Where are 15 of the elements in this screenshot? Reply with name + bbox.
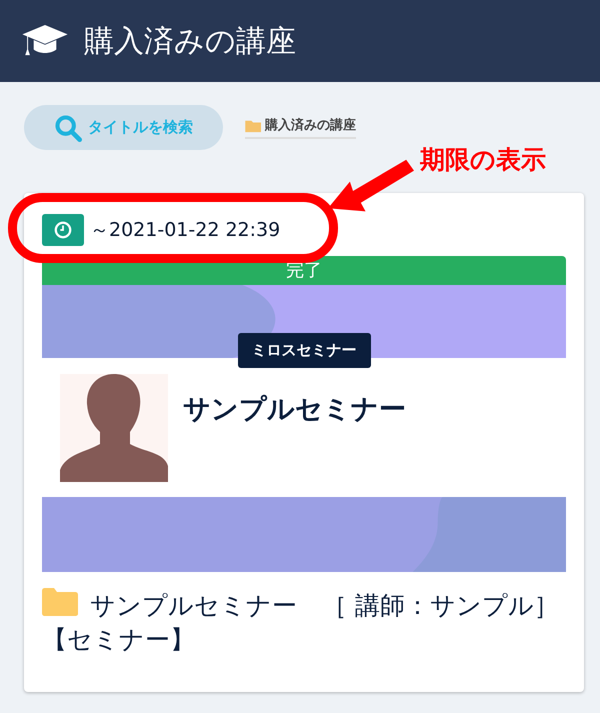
course-card[interactable]: ～2021-01-22 22:39 完了 ミロスセミナー サンプルセミナー サンプルセミナー ［ 講師：サンプル］【セミナー】: [24, 193, 584, 692]
folder-icon: [245, 119, 263, 133]
organizer-tag: ミロスセミナー: [238, 333, 370, 368]
page-title: 購入済みの講座: [84, 22, 296, 60]
breadcrumb-link[interactable]: 購入済みの講座: [245, 116, 356, 139]
graduation-cap-icon: [22, 25, 68, 57]
deadline-text: ～2021-01-22 22:39: [90, 218, 280, 243]
avatar-icon: [60, 374, 168, 482]
course-title: サンプルセミナー: [183, 392, 406, 426]
search-icon: [54, 114, 82, 142]
clock-badge-icon: [42, 214, 84, 246]
breadcrumb-text: 購入済みの講座: [265, 116, 356, 136]
course-name-text: サンプルセミナー ［ 講師：サンプル］【セミナー】: [42, 588, 566, 656]
annotation-label: 期限の表示: [420, 144, 546, 176]
folder-icon: [42, 588, 78, 616]
